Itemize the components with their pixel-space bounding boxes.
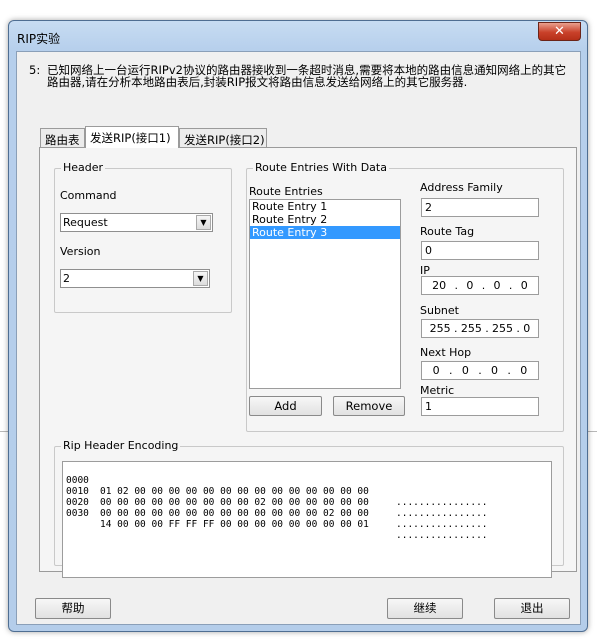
hex-bytes: 00 00 00 00 00 00 00 00 00 02 00 00 00 0… xyxy=(100,497,369,508)
header-group: Header Command Request ▼ Version 2 ▼ xyxy=(54,161,232,313)
close-button[interactable]: ✕ xyxy=(538,22,581,41)
metric-value: 1 xyxy=(425,400,432,413)
route-entries-label: Route Entries xyxy=(249,185,323,198)
metric-label: Metric xyxy=(420,384,455,397)
dialog-client-area: 5: 已知网络上一台运行RIPv2协议的路由器接收到一条超时消息,需要将本地的路… xyxy=(16,51,581,625)
background-line-left xyxy=(0,431,8,432)
task-text: 已知网络上一台运行RIPv2协议的路由器接收到一条超时消息,需要将本地的路由信息… xyxy=(47,63,567,89)
hex-bytes: 00 00 00 00 00 00 00 00 00 00 00 00 00 0… xyxy=(100,508,369,519)
subnet-dot: . xyxy=(485,322,489,335)
command-value: Request xyxy=(63,216,108,229)
add-button[interactable]: Add xyxy=(249,396,322,416)
metric-field[interactable]: 1 xyxy=(421,397,539,416)
tab-routing-table[interactable]: 路由表 xyxy=(40,128,85,148)
tab-label: 发送RIP(接口2) xyxy=(184,133,265,147)
ip-octet-1[interactable]: 20 xyxy=(432,279,446,294)
hex-ascii: ................ xyxy=(396,519,488,530)
subnet-label: Subnet xyxy=(420,304,459,317)
ip-dot: . xyxy=(508,279,513,292)
subnet-octet-1[interactable]: 255 xyxy=(430,322,451,337)
next-hop-dot: . xyxy=(449,364,453,377)
chevron-down-icon[interactable]: ▼ xyxy=(196,215,211,230)
next-hop-field[interactable]: 0 . 0 . 0 . 0 xyxy=(421,361,539,380)
tab-panel-send-rip-interface-1: Header Command Request ▼ Version 2 ▼ Rou… xyxy=(39,147,577,578)
next-hop-dot: . xyxy=(507,364,511,377)
version-value: 2 xyxy=(63,272,70,285)
tab-label: 发送RIP(接口1) xyxy=(90,131,171,145)
next-hop-label: Next Hop xyxy=(420,346,472,359)
hex-bytes: 01 02 00 00 00 00 00 00 00 00 00 00 00 0… xyxy=(100,486,369,497)
subnet-octet-4[interactable]: 0 xyxy=(523,322,530,337)
next-hop-octet-1[interactable]: 0 xyxy=(433,364,440,379)
close-icon: ✕ xyxy=(554,24,565,39)
header-group-title: Header xyxy=(61,161,106,174)
window-title: RIP实验 xyxy=(17,32,61,46)
continue-button[interactable]: 继续 xyxy=(387,598,463,619)
tab-label: 路由表 xyxy=(45,133,80,147)
tab-send-rip-interface-1[interactable]: 发送RIP(接口1) xyxy=(85,126,179,148)
subnet-field[interactable]: 255 . 255 . 255 . 0 xyxy=(421,319,539,338)
hex-ascii: ................ xyxy=(396,497,488,508)
title-bar[interactable]: RIP实验 ✕ xyxy=(9,21,587,51)
command-select[interactable]: Request ▼ xyxy=(60,213,213,232)
exit-button[interactable]: 退出 xyxy=(494,598,570,619)
rip-header-encoding-title: Rip Header Encoding xyxy=(61,439,181,452)
remove-button[interactable]: Remove xyxy=(333,396,405,416)
ip-dot: . xyxy=(454,279,459,292)
version-label: Version xyxy=(60,245,101,258)
address-family-value: 2 xyxy=(425,201,432,214)
route-tag-value: 0 xyxy=(425,244,432,257)
task-number: 5: xyxy=(29,63,41,77)
route-entry-3[interactable]: Route Entry 3 xyxy=(250,226,400,239)
command-label: Command xyxy=(60,189,117,202)
tab-send-rip-interface-2[interactable]: 发送RIP(接口2) xyxy=(179,128,267,148)
ip-octet-4[interactable]: 0 xyxy=(521,279,528,294)
help-button[interactable]: 帮助 xyxy=(35,598,111,619)
ip-octet-2[interactable]: 0 xyxy=(466,279,473,294)
hex-offset: 0030 xyxy=(66,508,89,519)
hex-bytes: 14 00 00 00 FF FF FF 00 00 00 00 00 00 0… xyxy=(100,519,369,530)
route-entries-group: Route Entries With Data Route Entries Ro… xyxy=(246,161,564,432)
hex-ascii: ................ xyxy=(396,508,488,519)
route-tag-label: Route Tag xyxy=(420,225,475,238)
ip-octet-3[interactable]: 0 xyxy=(494,279,501,294)
hex-dump-view[interactable]: 0000 01 02 00 00 00 00 00 00 00 00 00 00… xyxy=(62,461,552,578)
subnet-dot: . xyxy=(454,322,458,335)
route-tag-field[interactable]: 0 xyxy=(421,241,539,260)
address-family-label: Address Family xyxy=(420,181,503,194)
next-hop-octet-4[interactable]: 0 xyxy=(520,364,527,379)
route-entry-1[interactable]: Route Entry 1 xyxy=(250,200,400,213)
subnet-octet-2[interactable]: 255 xyxy=(461,322,482,337)
ip-dot: . xyxy=(481,279,486,292)
subnet-octet-3[interactable]: 255 xyxy=(492,322,513,337)
route-entries-group-title: Route Entries With Data xyxy=(253,161,389,174)
background-line-right xyxy=(588,431,597,432)
route-entries-list[interactable]: Route Entry 1 Route Entry 2 Route Entry … xyxy=(249,199,401,389)
version-select[interactable]: 2 ▼ xyxy=(60,269,210,288)
next-hop-octet-2[interactable]: 0 xyxy=(462,364,469,379)
rip-header-encoding-group: Rip Header Encoding 0000 01 02 00 00 00 … xyxy=(54,439,564,578)
ip-address-field[interactable]: 20 . 0 . 0 . 0 xyxy=(421,276,539,295)
rip-dialog-window: RIP实验 ✕ 5: 已知网络上一台运行RIPv2协议的路由器接收到一条超时消息… xyxy=(8,20,588,632)
route-entry-2[interactable]: Route Entry 2 xyxy=(250,213,400,226)
next-hop-dot: . xyxy=(478,364,482,377)
next-hop-octet-3[interactable]: 0 xyxy=(491,364,498,379)
chevron-down-icon[interactable]: ▼ xyxy=(193,271,208,286)
address-family-field[interactable]: 2 xyxy=(421,198,539,217)
hex-ascii: ................ xyxy=(396,530,488,541)
hex-row: 0030 14 00 00 00 FF FF FF 00 00 00 00 00… xyxy=(66,497,488,552)
subnet-dot: . xyxy=(516,322,520,335)
